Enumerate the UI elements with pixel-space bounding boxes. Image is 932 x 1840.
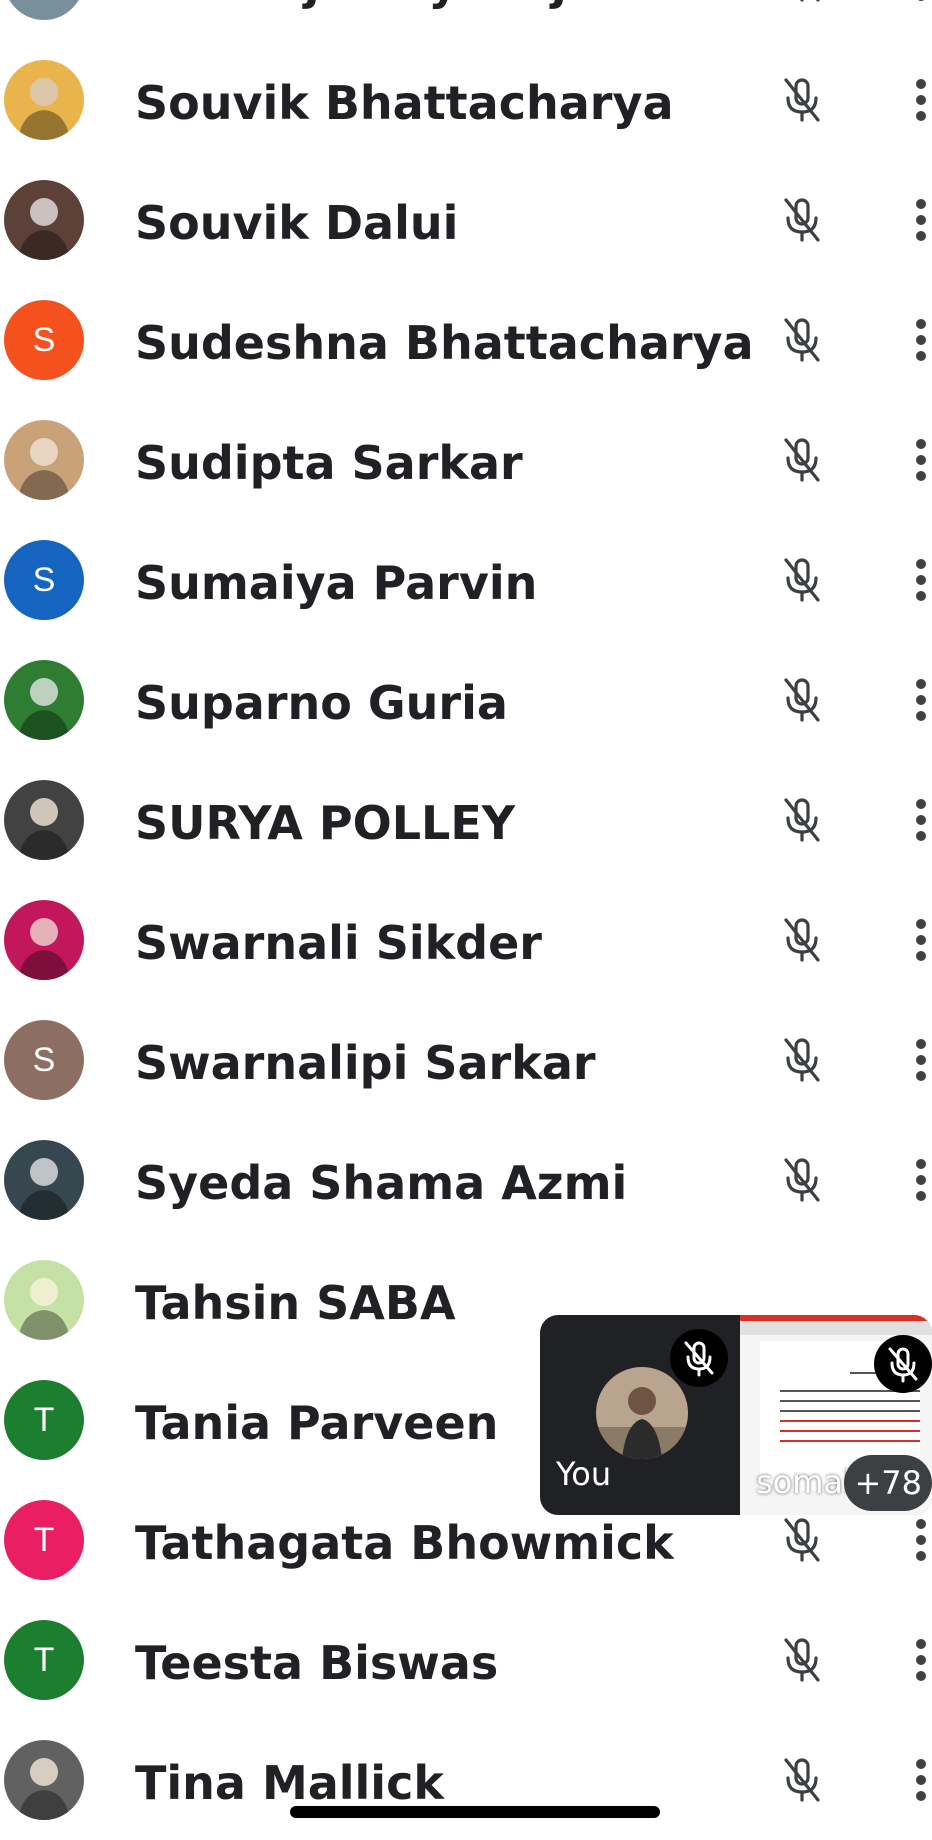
- participant-name: Souvik Dalui: [135, 196, 459, 250]
- mic-off-icon[interactable]: [776, 1634, 828, 1686]
- mic-off-icon[interactable]: [776, 74, 828, 126]
- participant-row[interactable]: S Swarnalipi Sarkar: [0, 1000, 932, 1120]
- participant-row[interactable]: Sudipta Sarkar: [0, 400, 932, 520]
- participant-name: Sumaiya Parvin: [135, 556, 538, 610]
- participant-row[interactable]: S Sumaiya Parvin: [0, 520, 932, 640]
- participant-name: Tania Parveen: [135, 1396, 499, 1450]
- mic-off-icon[interactable]: [776, 1034, 828, 1086]
- more-vert-icon[interactable]: [910, 914, 932, 966]
- mic-off-icon[interactable]: [776, 1514, 828, 1566]
- mic-off-icon[interactable]: [776, 434, 828, 486]
- more-vert-icon[interactable]: [910, 674, 932, 726]
- participant-name: Swarnali Sikder: [135, 916, 542, 970]
- participant-row[interactable]: S Soubirjamay Majumder: [0, 0, 932, 40]
- avatar: S: [4, 300, 84, 380]
- more-vert-icon[interactable]: [910, 1034, 932, 1086]
- mic-off-icon[interactable]: [776, 1754, 828, 1806]
- participant-name: Tahsin SABA: [135, 1276, 456, 1330]
- avatar-initial: S: [32, 1040, 56, 1079]
- avatar: [4, 1140, 84, 1220]
- presentation-thumbnail: somak +78: [740, 1315, 932, 1515]
- participants-screen: S Soubirjamay Majumder Souvik Bhattacharya…: [0, 0, 932, 1840]
- participant-row[interactable]: Swarnali Sikder: [0, 880, 932, 1000]
- more-vert-icon[interactable]: [910, 0, 932, 6]
- avatar: S: [4, 540, 84, 620]
- mic-off-icon[interactable]: [776, 1154, 828, 1206]
- more-vert-icon[interactable]: [910, 194, 932, 246]
- avatar: [4, 420, 84, 500]
- avatar-initial: T: [33, 1640, 55, 1679]
- avatar-initial: S: [32, 560, 56, 599]
- participant-row[interactable]: Souvik Bhattacharya: [0, 40, 932, 160]
- participant-name: Sudeshna Bhattacharya: [135, 316, 754, 370]
- participant-name: Suparno Guria: [135, 676, 508, 730]
- self-view-tile[interactable]: You somak +78: [540, 1315, 932, 1515]
- more-vert-icon[interactable]: [910, 1154, 932, 1206]
- more-vert-icon[interactable]: [910, 1634, 932, 1686]
- more-vert-icon[interactable]: [910, 1754, 932, 1806]
- more-vert-icon[interactable]: [910, 554, 932, 606]
- mic-off-icon[interactable]: [776, 0, 828, 6]
- mic-off-icon: [670, 1329, 728, 1387]
- mic-off-icon[interactable]: [776, 314, 828, 366]
- participant-row[interactable]: Syeda Shama Azmi: [0, 1120, 932, 1240]
- home-indicator[interactable]: [290, 1806, 660, 1818]
- participant-row[interactable]: S Sudeshna Bhattacharya: [0, 280, 932, 400]
- avatar: T: [4, 1380, 84, 1460]
- mic-off-icon[interactable]: [776, 194, 828, 246]
- participant-name: Teesta Biswas: [135, 1636, 499, 1690]
- more-vert-icon[interactable]: [910, 1514, 932, 1566]
- more-vert-icon[interactable]: [910, 794, 932, 846]
- participant-row[interactable]: Suparno Guria: [0, 640, 932, 760]
- avatar: S: [4, 0, 84, 20]
- mic-off-icon: [874, 1335, 932, 1393]
- mic-off-icon[interactable]: [776, 554, 828, 606]
- participant-name: Souvik Bhattacharya: [135, 76, 674, 130]
- mic-off-icon[interactable]: [776, 914, 828, 966]
- more-vert-icon[interactable]: [910, 314, 932, 366]
- mic-off-icon[interactable]: [776, 674, 828, 726]
- avatar-initial: T: [33, 1400, 55, 1439]
- self-label: You: [556, 1455, 612, 1493]
- avatar-initial: T: [33, 1520, 55, 1559]
- participant-name: Soubirjamay Majumder: [135, 0, 734, 10]
- avatar: [4, 900, 84, 980]
- more-vert-icon[interactable]: [910, 434, 932, 486]
- avatar: [4, 60, 84, 140]
- participant-row[interactable]: T Teesta Biswas: [0, 1600, 932, 1720]
- participant-name: Swarnalipi Sarkar: [135, 1036, 596, 1090]
- avatar: [4, 180, 84, 260]
- avatar: S: [4, 1020, 84, 1100]
- avatar-initial: S: [32, 320, 56, 359]
- participant-list: S Soubirjamay Majumder Souvik Bhattacharya…: [0, 0, 932, 1840]
- mic-off-icon[interactable]: [776, 794, 828, 846]
- participant-row[interactable]: Tina Mallick: [0, 1720, 932, 1840]
- participant-name: Tina Mallick: [135, 1756, 444, 1810]
- participant-name: Tathagata Bhowmick: [135, 1516, 674, 1570]
- avatar: T: [4, 1620, 84, 1700]
- participant-row[interactable]: SURYA POLLEY: [0, 760, 932, 880]
- participant-name: Sudipta Sarkar: [135, 436, 523, 490]
- participant-name: SURYA POLLEY: [135, 796, 516, 850]
- avatar: T: [4, 1500, 84, 1580]
- more-vert-icon[interactable]: [910, 74, 932, 126]
- participant-row[interactable]: Souvik Dalui: [0, 160, 932, 280]
- avatar: [4, 780, 84, 860]
- more-participants-badge[interactable]: +78: [844, 1455, 932, 1511]
- avatar: [4, 660, 84, 740]
- participant-name: Syeda Shama Azmi: [135, 1156, 628, 1210]
- avatar: [4, 1260, 84, 1340]
- avatar: [4, 1740, 84, 1820]
